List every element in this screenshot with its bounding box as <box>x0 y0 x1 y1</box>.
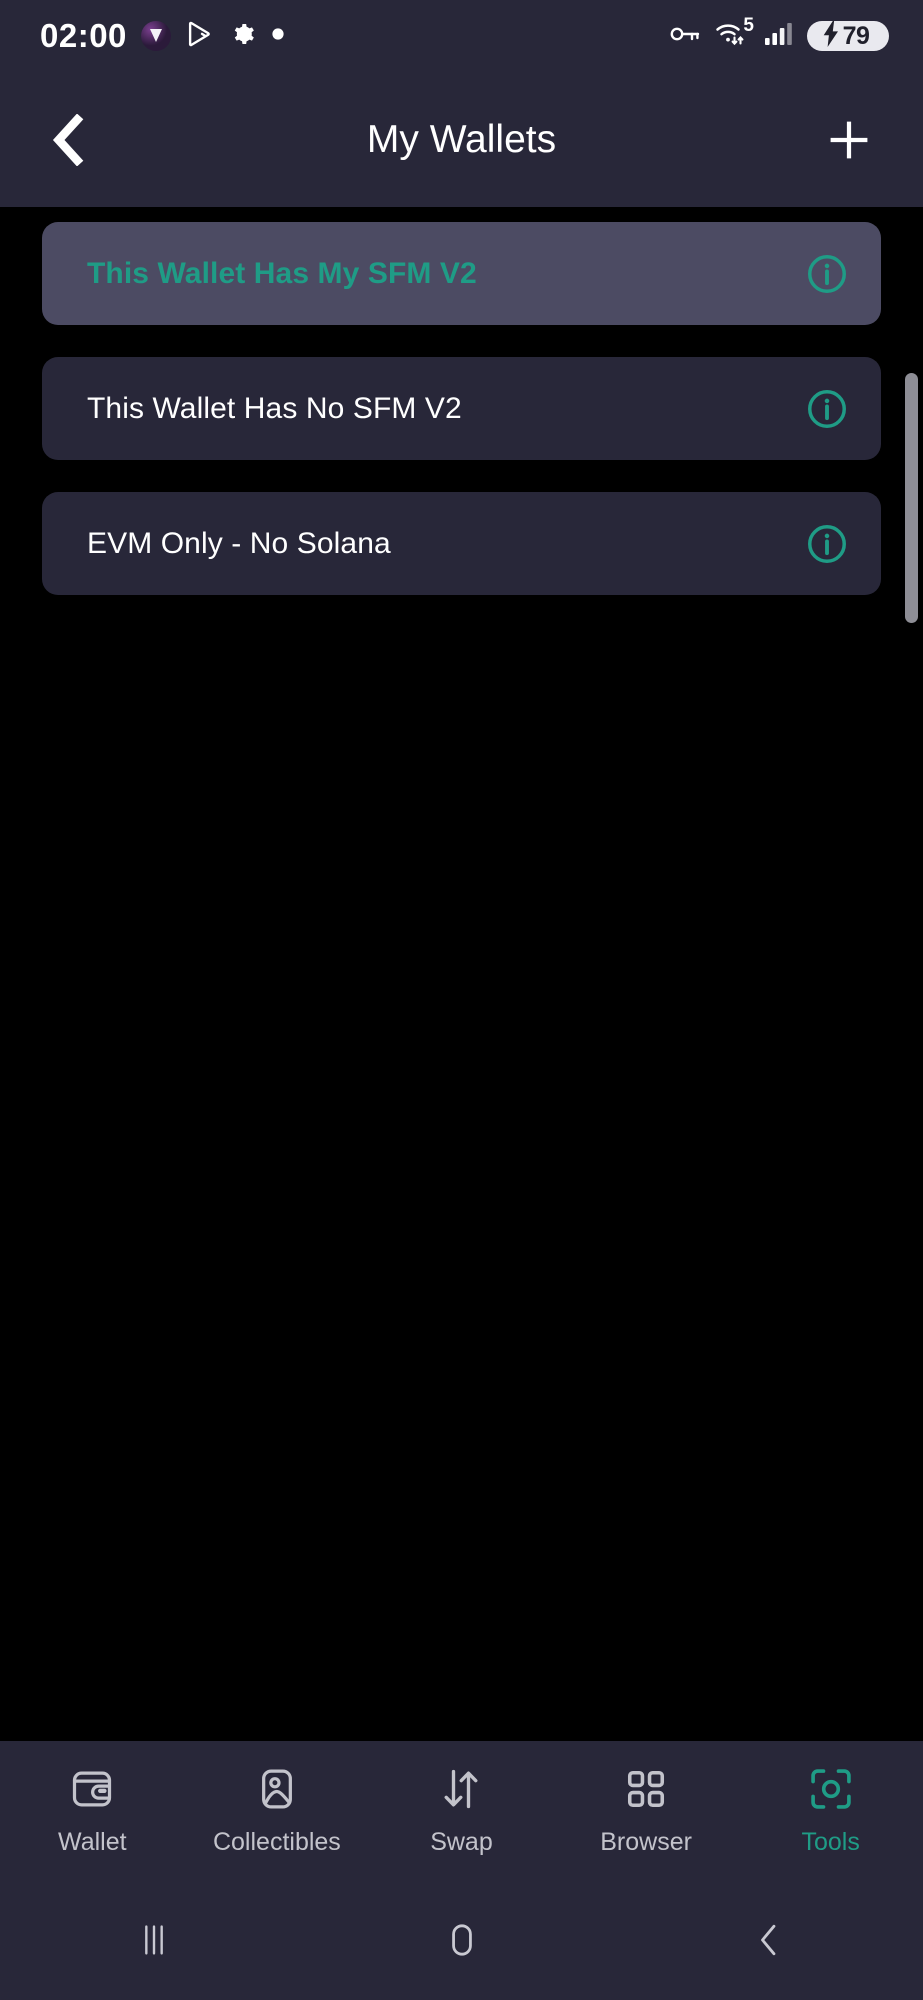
app-header: My Wallets <box>0 72 923 207</box>
status-bar-left: 02:00 <box>40 17 285 55</box>
tab-label: Swap <box>430 1828 493 1856</box>
system-navigation-bar <box>0 1880 923 2000</box>
page-title: My Wallets <box>366 117 557 161</box>
back-button[interactable] <box>38 110 98 170</box>
app-logo-icon <box>140 21 171 51</box>
image-icon <box>252 1764 302 1814</box>
tab-swap[interactable]: Swap <box>369 1764 554 1857</box>
wallet-list-item[interactable]: This Wallet Has My SFM V2 <box>42 222 881 325</box>
bottom-tab-bar: Wallet Collectibles Swap Browser Tools <box>0 1741 923 1880</box>
battery-level-label: 79 <box>842 21 870 50</box>
recents-button[interactable] <box>0 1917 308 1963</box>
battery-charging-icon <box>823 20 840 52</box>
scan-focus-icon <box>806 1764 856 1814</box>
tab-label: Tools <box>801 1828 860 1856</box>
cellular-signal-icon <box>764 20 794 53</box>
tab-label: Collectibles <box>212 1828 341 1856</box>
vertical-scrollbar[interactable] <box>905 373 918 623</box>
tab-collectibles[interactable]: Collectibles <box>185 1764 370 1857</box>
wallet-icon <box>67 1764 117 1814</box>
add-wallet-button[interactable] <box>819 110 879 170</box>
wallet-list: This Wallet Has My SFM V2 This Wallet Ha… <box>0 207 923 1741</box>
info-icon[interactable] <box>803 250 851 298</box>
wifi-generation-badge: 5 <box>743 14 754 36</box>
swap-arrows-icon <box>436 1764 486 1814</box>
tab-label: Wallet <box>58 1828 127 1856</box>
tab-label: Browser <box>600 1828 692 1856</box>
status-bar: 02:00 5 79 <box>0 0 923 72</box>
gear-icon <box>229 20 257 53</box>
status-bar-clock: 02:00 <box>40 17 127 54</box>
wallet-list-item[interactable]: This Wallet Has No SFM V2 <box>42 357 881 460</box>
system-back-button[interactable] <box>615 1917 923 1963</box>
wallet-name-label: This Wallet Has No SFM V2 <box>87 391 462 425</box>
home-button[interactable] <box>308 1917 616 1963</box>
status-bar-right: 5 79 <box>668 15 889 54</box>
tab-tools[interactable]: Tools <box>738 1764 923 1857</box>
wifi-icon: 5 <box>715 15 754 54</box>
dot-indicator-icon <box>271 27 285 46</box>
vpn-key-icon <box>668 20 702 53</box>
play-store-icon <box>185 19 215 54</box>
info-icon[interactable] <box>803 520 851 568</box>
tab-browser[interactable]: Browser <box>554 1764 739 1857</box>
info-icon[interactable] <box>803 385 851 433</box>
grid-dots-icon <box>621 1764 671 1814</box>
wallet-name-label: EVM Only - No Solana <box>87 526 391 560</box>
wallet-name-label: This Wallet Has My SFM V2 <box>87 256 477 290</box>
battery-indicator: 79 <box>807 20 889 52</box>
tab-wallet[interactable]: Wallet <box>0 1764 185 1857</box>
wallet-list-item[interactable]: EVM Only - No Solana <box>42 492 881 595</box>
